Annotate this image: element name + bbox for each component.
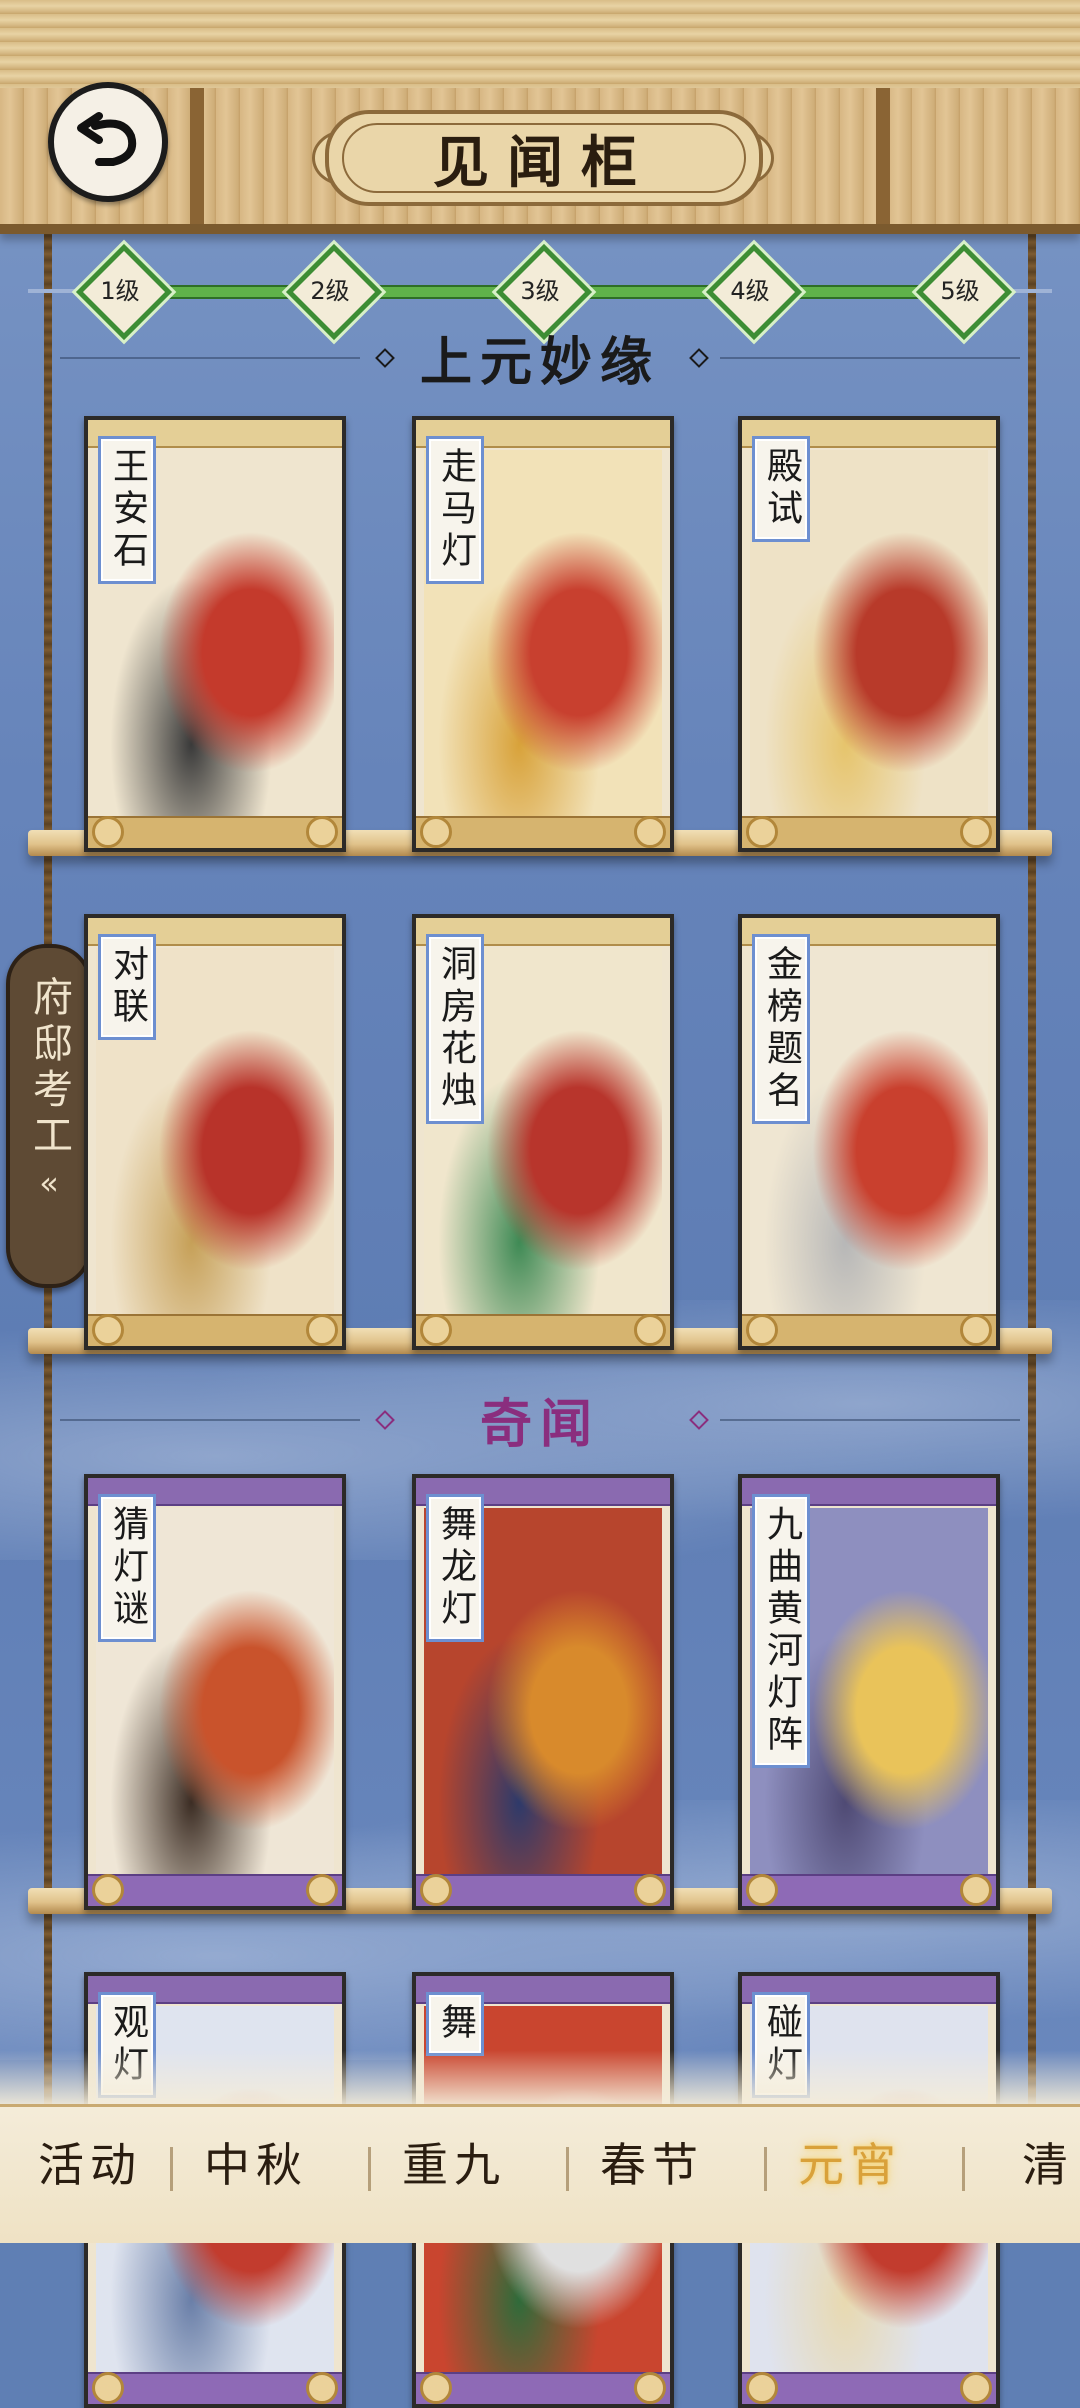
card-corner-ornament	[420, 2372, 452, 2404]
divider-ornament	[689, 348, 709, 368]
level-marker-2[interactable]: 2级	[285, 243, 383, 341]
card-corner-ornament	[634, 1874, 666, 1906]
section-heading: 奇闻	[60, 1384, 1020, 1455]
card-title-tag: 殿试	[752, 436, 810, 542]
card-corner-ornament	[420, 816, 452, 848]
divider-ornament	[375, 1410, 395, 1430]
level-label: 2级	[310, 276, 350, 305]
side-tab-mansion-work[interactable]: 府邸考工 «	[6, 944, 92, 1288]
level-marker-5[interactable]: 5级	[915, 243, 1013, 341]
nav-separator	[962, 2147, 965, 2191]
side-tab-label: 府邸考工	[26, 976, 72, 1160]
nav-tab-6[interactable]: 清	[958, 2127, 1080, 2197]
card-title: 猜灯谜	[107, 1505, 148, 1631]
collection-card[interactable]: 对联	[84, 914, 346, 1350]
card-corner-ornament	[306, 816, 338, 848]
divider-ornament	[375, 348, 395, 368]
card-corner-ornament	[960, 2372, 992, 2404]
level-label: 4级	[730, 276, 770, 305]
card-title-tag: 九曲黄河灯阵	[752, 1494, 810, 1768]
card-title-tag: 猜灯谜	[98, 1494, 156, 1642]
card-title-tag: 金榜题名	[752, 934, 810, 1124]
level-marker-4[interactable]: 4级	[705, 243, 803, 341]
card-corner-ornament	[746, 1314, 778, 1346]
title-plaque: 见闻柜	[325, 110, 763, 206]
card-corner-ornament	[306, 1874, 338, 1906]
collection-card[interactable]: 洞房花烛	[412, 914, 674, 1350]
card-title-tag: 舞龙灯	[426, 1494, 484, 1642]
section-title: 奇闻	[479, 1393, 600, 1455]
card-title: 殿试	[761, 447, 802, 531]
card-corner-ornament	[746, 816, 778, 848]
card-corner-ornament	[420, 1874, 452, 1906]
divider-ornament	[60, 1419, 360, 1421]
card-corner-ornament	[634, 816, 666, 848]
card-title-tag: 洞房花烛	[426, 934, 484, 1124]
card-corner-ornament	[960, 1314, 992, 1346]
collection-card[interactable]: 王安石	[84, 416, 346, 852]
nav-separator	[368, 2147, 371, 2191]
nav-tab-1[interactable]: 活动	[0, 2127, 180, 2197]
bottom-festival-nav: 活动 中秋 重九 春节 元宵清	[0, 2104, 1080, 2243]
card-corner-ornament	[306, 2372, 338, 2404]
divider-ornament	[689, 1410, 709, 1430]
bottom-fade	[0, 2050, 1080, 2106]
collection-card[interactable]: 猜灯谜	[84, 1474, 346, 1910]
card-corner-ornament	[960, 816, 992, 848]
divider-ornament	[720, 357, 1020, 359]
card-corner-ornament	[92, 1314, 124, 1346]
card-title: 舞龙灯	[435, 1505, 476, 1631]
section-heading: 上元妙缘	[60, 322, 1020, 393]
card-title: 金榜题名	[761, 945, 802, 1113]
card-corner-ornament	[746, 1874, 778, 1906]
bamboo-blind	[0, 0, 1080, 94]
collection-card[interactable]: 九曲黄河灯阵	[738, 1474, 1000, 1910]
card-title: 洞房花烛	[435, 945, 476, 1113]
nav-separator	[170, 2147, 173, 2191]
nav-separator	[764, 2147, 767, 2191]
section-title: 上元妙缘	[419, 331, 660, 393]
level-marker-3[interactable]: 3级	[495, 243, 593, 341]
level-marker-1[interactable]: 1级	[75, 243, 173, 341]
header-post	[876, 88, 890, 224]
collection-card[interactable]: 金榜题名	[738, 914, 1000, 1350]
nav-tab-5[interactable]: 元宵	[760, 2127, 940, 2197]
collection-card[interactable]: 走马灯	[412, 416, 674, 852]
card-corner-ornament	[92, 2372, 124, 2404]
card-corner-ornament	[634, 2372, 666, 2404]
card-title: 走马灯	[435, 447, 476, 573]
card-title: 对联	[107, 945, 148, 1029]
level-label: 5级	[940, 276, 980, 305]
back-button[interactable]	[48, 82, 168, 202]
nav-tab-3[interactable]: 重九	[364, 2127, 544, 2197]
chevron-left-icon: «	[39, 1164, 59, 1202]
level-label: 1级	[100, 276, 140, 305]
level-label: 3级	[520, 276, 560, 305]
card-corner-ornament	[420, 1314, 452, 1346]
nav-tab-2[interactable]: 中秋	[166, 2127, 346, 2197]
card-title: 九曲黄河灯阵	[761, 1505, 802, 1757]
card-title-tag: 对联	[98, 934, 156, 1040]
card-corner-ornament	[960, 1874, 992, 1906]
collection-card[interactable]: 舞龙灯	[412, 1474, 674, 1910]
divider-ornament	[60, 357, 360, 359]
header-post	[190, 88, 204, 224]
card-title-tag: 走马灯	[426, 436, 484, 584]
card-title: 舞	[435, 2003, 476, 2045]
card-title-tag: 舞	[426, 1992, 484, 2056]
collection-card[interactable]: 殿试	[738, 416, 1000, 852]
back-arrow-icon	[77, 112, 137, 166]
card-corner-ornament	[92, 816, 124, 848]
right-rope	[1028, 224, 1036, 2104]
nav-tab-4[interactable]: 春节	[562, 2127, 742, 2197]
card-corner-ornament	[306, 1314, 338, 1346]
nav-separator	[566, 2147, 569, 2191]
card-title: 王安石	[107, 447, 148, 573]
card-corner-ornament	[92, 1874, 124, 1906]
card-title-tag: 王安石	[98, 436, 156, 584]
card-corner-ornament	[634, 1314, 666, 1346]
card-corner-ornament	[746, 2372, 778, 2404]
divider-ornament	[720, 1419, 1020, 1421]
page-title: 见闻柜	[433, 129, 655, 196]
